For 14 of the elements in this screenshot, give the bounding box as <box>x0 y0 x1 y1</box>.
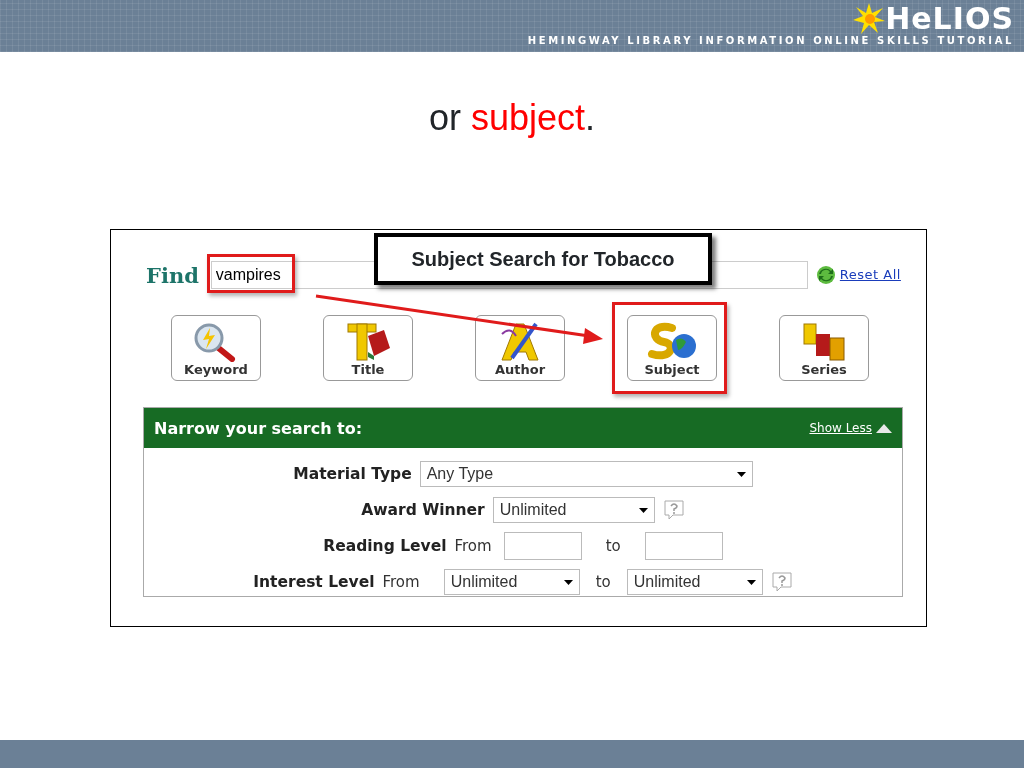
field-label: Material Type <box>293 463 412 485</box>
field-label: Interest Level <box>253 571 375 593</box>
from-label: From <box>454 535 492 557</box>
callout-tooltip: Subject Search for Tobacco <box>374 233 712 286</box>
to-label: to <box>605 535 621 557</box>
to-label: to <box>595 571 611 593</box>
field-label: Award Winner <box>361 499 485 521</box>
tagline: HEMINGWAY LIBRARY INFORMATION ONLINE SKILLS TUTORIAL <box>527 35 1014 46</box>
slide-title: or subject. <box>427 96 597 140</box>
field-label: Reading Level <box>323 535 447 557</box>
logo-text: HeLIOS <box>885 4 1014 34</box>
find-label: Find <box>146 262 199 288</box>
from-label: From <box>382 571 420 593</box>
panel-title: Narrow your search to: <box>154 418 363 438</box>
